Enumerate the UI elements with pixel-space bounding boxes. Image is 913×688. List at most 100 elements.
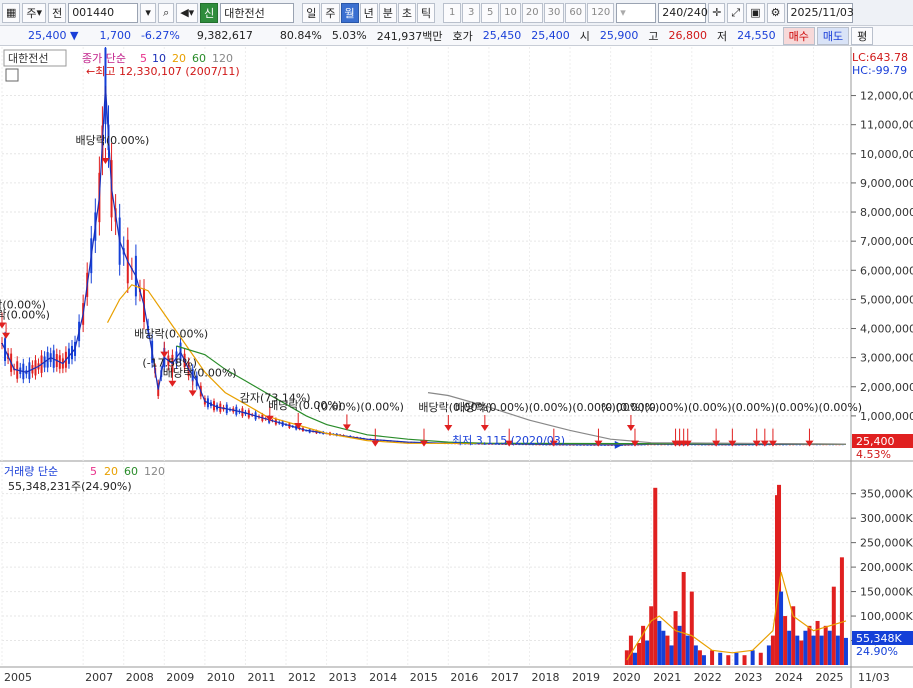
volume-ratio: 80.84% (279, 29, 322, 42)
code-dropdown-icon[interactable]: ▾ (140, 2, 157, 23)
count-input[interactable]: 240/240 (658, 2, 708, 23)
volume-bar (657, 620, 662, 665)
line-tool-icon[interactable]: ⤢ (727, 2, 745, 23)
speaker-icon[interactable]: ◀▾ (176, 2, 199, 23)
stock-code-input[interactable]: 001440 (68, 2, 139, 23)
volume-bar (803, 630, 808, 665)
volume-bar (649, 606, 654, 665)
volume-bar (815, 620, 820, 665)
pyeong-button[interactable]: 평 (851, 26, 874, 45)
volume-bar (839, 557, 844, 665)
volume-legend-ma20: 20 (104, 465, 118, 478)
volume-bar (637, 642, 642, 665)
volume-bar (766, 645, 771, 665)
volume-legend-ma5: 5 (90, 465, 97, 478)
time-tick-label: 2008 (126, 671, 154, 684)
period-tabs: 일주월년분초틱 (302, 2, 436, 23)
volume-bar (783, 616, 788, 665)
period-tab-1[interactable]: 주 (321, 2, 340, 23)
annotation-label: 배당락(0.00%) (134, 328, 208, 341)
interval-dropdown[interactable]: ▾ (616, 2, 657, 23)
price-legend-ma10: 10 (152, 52, 166, 65)
price-tick-label: 10,000,000 (860, 148, 913, 161)
price-legend-ma5: 5 (140, 52, 147, 65)
price-tick-label: 1,000,000 (860, 410, 913, 423)
interval-tab-5[interactable]: 5 (481, 2, 500, 23)
price-tick-label: 12,000,000 (860, 90, 913, 103)
volume-legend-ma60: 60 (124, 465, 138, 478)
volume-bar (799, 640, 804, 665)
volume-bar (661, 630, 666, 665)
volume-tick-label: 200,000K (860, 561, 913, 574)
jeon-button[interactable]: 전 (48, 2, 67, 23)
price-tick-label: 8,000,000 (860, 206, 913, 219)
time-tick-label: 2011 (247, 671, 275, 684)
period-tab-0[interactable]: 일 (302, 2, 321, 23)
sin-button[interactable]: 신 (200, 2, 219, 23)
min-price-label: 최저 3,115 (2020/03) (452, 434, 565, 447)
volume-bar (710, 650, 715, 665)
interval-tab-30[interactable]: 30 (543, 2, 565, 23)
interval-tab-1[interactable]: 1 (443, 2, 462, 23)
volume-tick-label: 300,000K (860, 512, 913, 525)
annotation-label: 배당락(0.00%) (75, 134, 149, 147)
period-type-select[interactable]: 주 ▾ (22, 2, 47, 23)
time-tick-label: 2012 (288, 671, 316, 684)
buy-button[interactable]: 매수 (782, 26, 815, 45)
last-price-pct: 4.53% (856, 448, 891, 461)
price-tick-label: 2,000,000 (860, 381, 913, 394)
time-tick-label: 2005 (4, 671, 32, 684)
crosshair-icon[interactable]: ✛ (708, 2, 726, 23)
price-change: 1,700 (99, 29, 131, 42)
time-tick-label: 2021 (653, 671, 681, 684)
volume-bar (718, 652, 723, 665)
price-legend-prefix: 종가 단순 (82, 52, 126, 65)
volume-bar (653, 487, 658, 665)
chart-type-icon[interactable]: ▦ (2, 2, 21, 23)
hoga-label: 호가 (452, 29, 473, 43)
interval-tab-3[interactable]: 3 (462, 2, 481, 23)
search-icon[interactable]: ⌕ (158, 2, 175, 23)
time-tick-label: 2020 (613, 671, 641, 684)
low-label: 저 (717, 29, 728, 43)
volume-bar (787, 630, 792, 665)
interval-tab-120[interactable]: 120 (587, 2, 615, 23)
interval-tab-60[interactable]: 60 (565, 2, 587, 23)
volume-bar (665, 635, 670, 665)
volume-bar (742, 655, 747, 665)
volume-value: 9,382,617 (196, 29, 253, 42)
period-tab-6[interactable]: 틱 (417, 2, 436, 23)
period-tab-4[interactable]: 분 (378, 2, 397, 23)
time-tick-label: 2023 (734, 671, 762, 684)
volume-bar (758, 652, 763, 665)
price-tick-label: 5,000,000 (860, 293, 913, 306)
period-tab-3[interactable]: 년 (359, 2, 378, 23)
volume-bar (807, 625, 812, 665)
interval-tab-20[interactable]: 20 (521, 2, 543, 23)
high-value: 26,800 (668, 29, 708, 42)
volume-tick-label: 150,000K (860, 586, 913, 599)
volume-bar (827, 630, 832, 665)
period-tab-2[interactable]: 월 (340, 2, 359, 23)
price-infobar: 25,400 ▼ 1,700 -6.27% 9,382,617 80.84% 5… (0, 26, 913, 46)
price-tick-label: 9,000,000 (860, 177, 913, 190)
interval-tab-10[interactable]: 10 (500, 2, 521, 23)
volume-legend-ma120: 120 (144, 465, 165, 478)
volume-bar (779, 591, 784, 665)
volume-bar (734, 652, 739, 665)
sell-button[interactable]: 매도 (816, 26, 850, 45)
gear-icon[interactable]: ⚙ (766, 2, 785, 23)
hc-label: HC:-99.79 (852, 64, 907, 77)
volume-bar (632, 652, 637, 665)
volume-bar (685, 635, 690, 665)
volume-bar (701, 655, 706, 665)
stock-chart[interactable]: 배당락(0.00%) 배당락(0.00%) 배당락(0.00%) 배당락(0.00%)… (0, 47, 913, 688)
annotation-label: 배당락(0.00%) (0, 309, 50, 322)
volume-bar (831, 586, 836, 665)
volume-bar (645, 640, 650, 665)
period-tab-5[interactable]: 초 (397, 2, 417, 23)
time-tick-label: 2007 (85, 671, 113, 684)
annotation-label: (0.00%)(0.00%)(0.00%)(0.00%)(0.00%)(0.00… (601, 401, 862, 414)
save-icon[interactable]: ▣ (746, 2, 765, 23)
date-input[interactable]: 2025/11/03 (786, 2, 854, 23)
